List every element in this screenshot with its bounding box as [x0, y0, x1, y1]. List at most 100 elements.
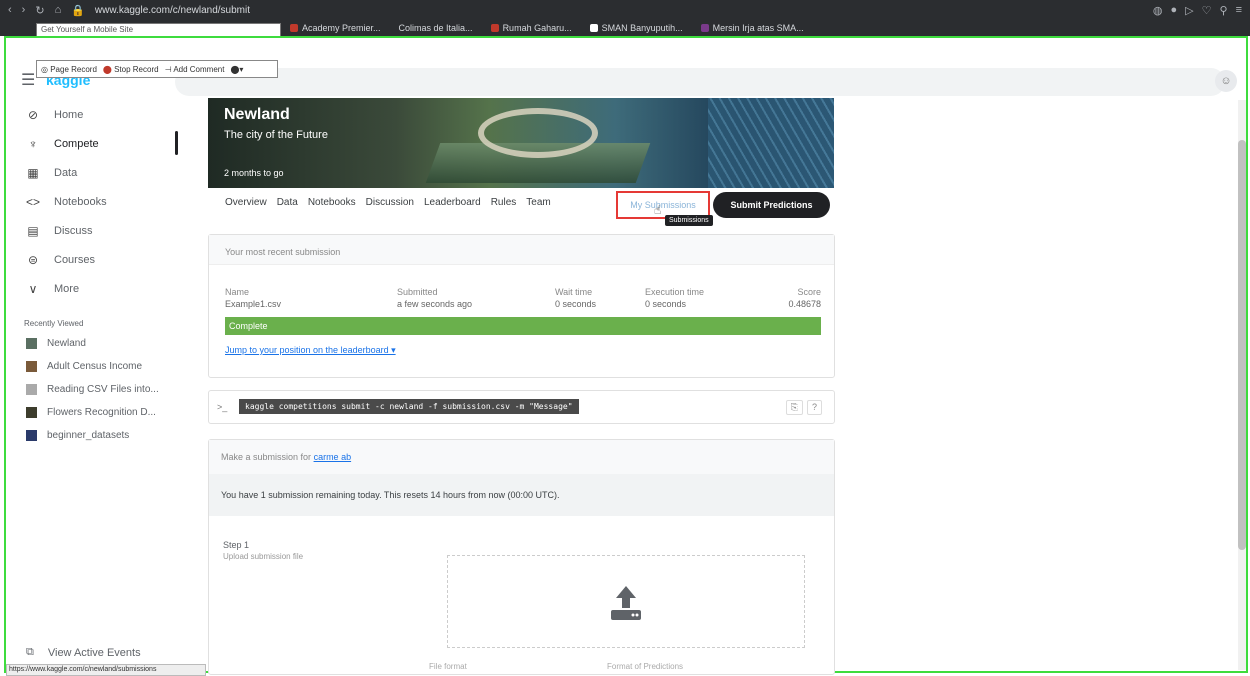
bookmark[interactable]: Mersin Irja atas SMA... — [700, 23, 804, 33]
recent-item[interactable]: beginner_datasets — [18, 424, 178, 447]
home-icon[interactable]: ⌂ — [55, 4, 62, 17]
extension-icon[interactable]: ♡ — [1202, 4, 1212, 17]
url-text[interactable]: www.kaggle.com/c/newland/submit — [95, 5, 250, 16]
file-upload-dropzone[interactable] — [447, 555, 805, 648]
cursor-icon: ☝ — [654, 203, 662, 217]
step-subtitle: Upload submission file — [223, 552, 304, 561]
sidebar-item-data[interactable]: ▦ Data — [18, 158, 178, 187]
menu-icon[interactable]: ☰ — [21, 70, 35, 90]
remaining-submissions-banner: You have 1 submission remaining today. T… — [209, 474, 834, 516]
profile-icon[interactable]: ⚲ — [1220, 4, 1228, 17]
api-command[interactable]: kaggle competitions submit -c newland -f… — [239, 399, 579, 414]
scrollbar[interactable] — [1238, 100, 1246, 670]
reload-icon[interactable]: ↻ — [35, 4, 44, 17]
bookmark-icon — [589, 24, 598, 32]
bookmark[interactable]: Rumah Gaharu... — [490, 23, 572, 33]
thumbnail — [26, 407, 37, 418]
table-header-row: Name Submitted Wait time Execution time … — [225, 287, 821, 297]
recent-item[interactable]: Adult Census Income — [18, 355, 178, 378]
tab-discussion[interactable]: Discussion — [366, 197, 414, 208]
add-comment-button[interactable]: ⊣ Add Comment — [165, 65, 225, 74]
more-icon[interactable]: ⬤▾ — [230, 65, 243, 74]
tab-leaderboard[interactable]: Leaderboard — [424, 197, 481, 208]
browser-tooltip: Get Yourself a Mobile Site — [36, 23, 281, 37]
recorder-toolbar: ◎ Page Record ⬤ Stop Record ⊣ Add Commen… — [36, 60, 278, 78]
stop-record-button[interactable]: ⬤ Stop Record — [103, 65, 159, 74]
sidebar-item-discuss[interactable]: ▤ Discuss — [18, 216, 178, 245]
comment-icon: ▤ — [27, 223, 39, 238]
lock-icon: 🔒 — [71, 4, 85, 17]
events-icon: ⧉ — [26, 646, 34, 658]
tab-data[interactable]: Data — [277, 197, 298, 208]
terminal-icon: >_ — [217, 402, 228, 412]
competition-subtitle: The city of the Future — [224, 129, 328, 141]
team-link[interactable]: carme ab — [314, 452, 352, 462]
school-icon: ⊜ — [27, 252, 39, 267]
bookmark[interactable]: Academy Premier... — [290, 23, 381, 33]
page-record-button[interactable]: ◎ Page Record — [41, 65, 97, 74]
step-title: Step 1 — [223, 540, 250, 550]
code-icon: <> — [26, 194, 41, 209]
sidebar: ⊘ Home ♆ Compete ▦ Data <> Notebooks ▤ D… — [18, 100, 178, 447]
recently-viewed-header: Recently Viewed — [24, 319, 84, 328]
scrollbar-thumb[interactable] — [1238, 140, 1246, 550]
sidebar-item-more[interactable]: ∨ More — [18, 274, 178, 303]
command-actions: ⎘ ? — [785, 400, 822, 415]
help-icon[interactable]: ? — [806, 400, 822, 415]
time-remaining: 2 months to go — [224, 168, 284, 178]
thumbnail — [26, 384, 37, 395]
sidebar-item-home[interactable]: ⊘ Home — [18, 100, 178, 129]
menu-icon[interactable]: ≡ — [1236, 4, 1242, 17]
bookmark[interactable]: SMAN Banyuputih... — [589, 23, 683, 33]
browser-nav: ‹ › ↻ ⌂ 🔒 — [8, 4, 85, 17]
upload-icon — [611, 586, 641, 620]
recent-item[interactable]: Reading CSV Files into... — [18, 378, 178, 401]
competition-title: Newland — [224, 106, 290, 123]
tooltip: Submissions — [665, 215, 713, 226]
bookmark-icon — [290, 24, 298, 32]
sidebar-item-compete[interactable]: ♆ Compete — [18, 129, 178, 158]
recent-item[interactable]: Newland — [18, 332, 178, 355]
back-icon[interactable]: ‹ — [8, 4, 12, 17]
table-row: Example1.csv a few seconds ago 0 seconds… — [225, 299, 821, 309]
submission-table: Name Submitted Wait time Execution time … — [225, 287, 821, 311]
card-header: Your most recent submission — [209, 235, 834, 265]
bookmark[interactable]: Colimas de Italia... — [399, 23, 473, 33]
tab-rules[interactable]: Rules — [491, 197, 517, 208]
recent-item[interactable]: Flowers Recognition D... — [18, 401, 178, 424]
extension-icon[interactable]: ● — [1171, 4, 1178, 17]
trophy-icon: ♆ — [28, 136, 38, 151]
tab-team[interactable]: Team — [526, 197, 550, 208]
extension-icon[interactable]: ◍ — [1153, 4, 1163, 17]
bookmark-icon — [700, 24, 709, 32]
extension-icon[interactable]: ▷ — [1185, 4, 1193, 17]
copy-icon[interactable]: ⎘ — [785, 400, 803, 415]
browser-extensions: ◍ ● ▷ ♡ ⚲ ≡ — [1153, 4, 1242, 17]
api-command-card: >_ kaggle competitions submit -c newland… — [208, 390, 835, 424]
table-icon: ▦ — [27, 165, 39, 180]
sidebar-item-courses[interactable]: ⊜ Courses — [18, 245, 178, 274]
thumbnail — [26, 361, 37, 372]
make-submission-card: Make a submission for carme ab You have … — [208, 439, 835, 675]
tab-overview[interactable]: Overview — [225, 197, 267, 208]
address-bar: ‹ › ↻ ⌂ 🔒 www.kaggle.com/c/newland/submi… — [0, 0, 1250, 20]
status-badge: Complete — [225, 317, 821, 335]
avatar[interactable]: ☺ — [1215, 70, 1237, 92]
tab-notebooks[interactable]: Notebooks — [308, 197, 356, 208]
thumbnail — [26, 338, 37, 349]
submit-predictions-button[interactable]: Submit Predictions — [713, 192, 830, 218]
browser-status-bar: https://www.kaggle.com/c/newland/submiss… — [6, 664, 206, 676]
bookmark-icon — [490, 24, 499, 32]
view-active-events-link[interactable]: ⧉ View Active Events — [26, 646, 141, 659]
competition-tabs: Overview Data Notebooks Discussion Leade… — [225, 197, 551, 208]
card-header: Make a submission for carme ab — [209, 440, 834, 474]
home-icon: ⊘ — [27, 107, 39, 122]
forward-icon[interactable]: › — [22, 4, 26, 17]
recent-submission-card: Your most recent submission Name Submitt… — [208, 234, 835, 378]
thumbnail — [26, 430, 37, 441]
jump-to-leaderboard-link[interactable]: Jump to your position on the leaderboard… — [225, 345, 396, 356]
sidebar-item-notebooks[interactable]: <> Notebooks — [18, 187, 178, 216]
competition-header-image: Newland The city of the Future 2 months … — [208, 98, 834, 188]
search-bar[interactable] — [175, 68, 1225, 96]
chevron-down-icon: ∨ — [28, 281, 38, 296]
